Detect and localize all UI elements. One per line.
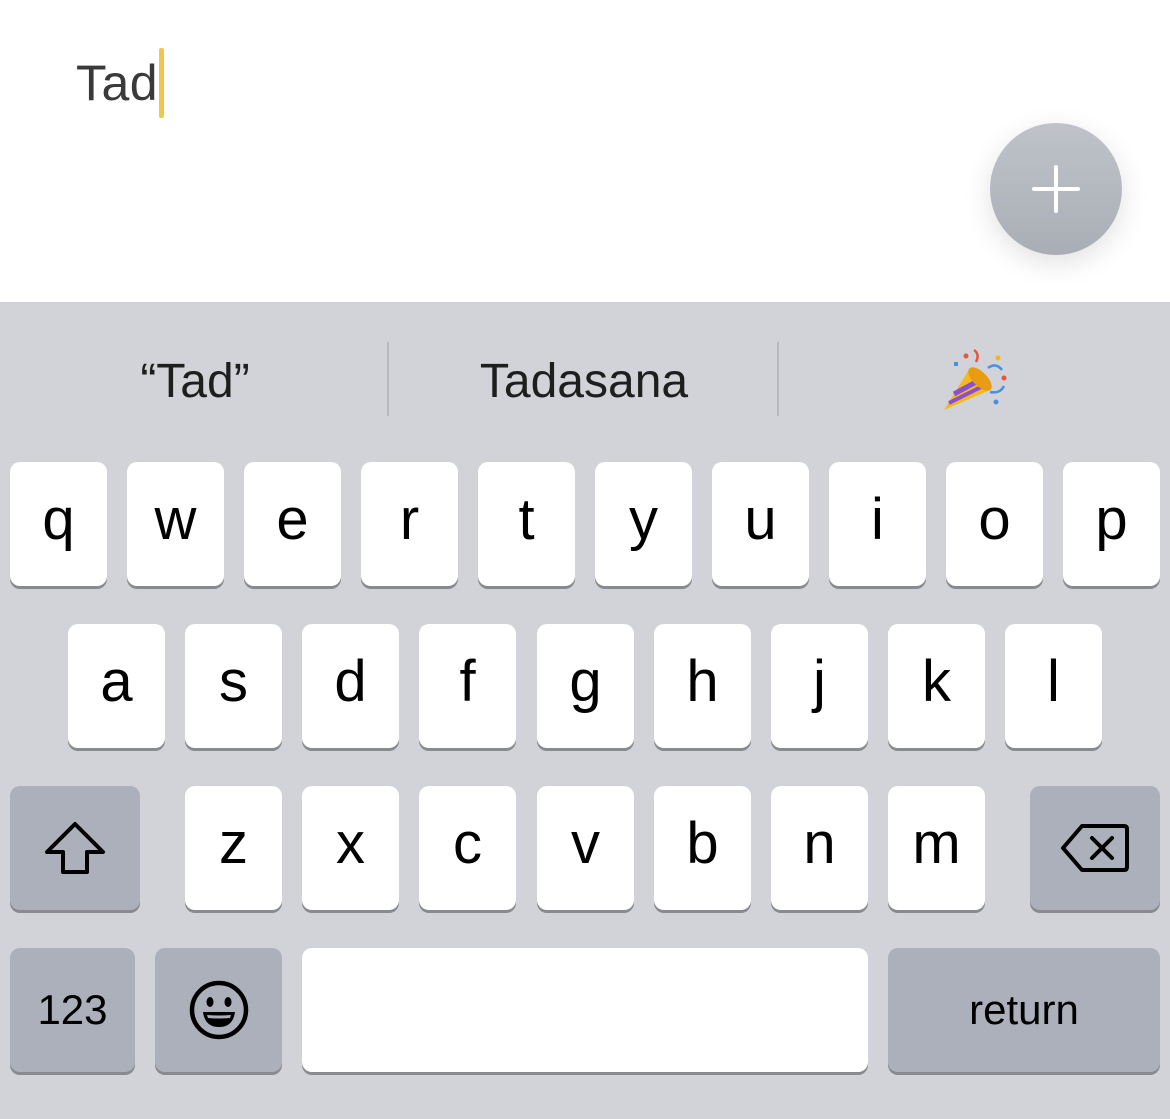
key-n[interactable]: n [771, 786, 868, 910]
key-b[interactable]: b [654, 786, 751, 910]
key-j[interactable]: j [771, 624, 868, 748]
key-x[interactable]: x [302, 786, 399, 910]
key-d[interactable]: d [302, 624, 399, 748]
add-button[interactable] [990, 123, 1122, 255]
return-key[interactable]: return [888, 948, 1160, 1072]
key-a[interactable]: a [68, 624, 165, 748]
suggestion-literal[interactable]: “Tad” [0, 338, 390, 424]
key-q[interactable]: q [10, 462, 107, 586]
key-e[interactable]: e [244, 462, 341, 586]
keyboard: “Tad” Tadasana q w e r t y u i o p a s d… [0, 302, 1170, 1119]
key-p[interactable]: p [1063, 462, 1160, 586]
key-k[interactable]: k [888, 624, 985, 748]
backspace-icon [1061, 824, 1129, 872]
key-u[interactable]: u [712, 462, 809, 586]
suggestion-divider [387, 342, 389, 416]
emoji-key[interactable] [155, 948, 282, 1072]
suggestion-divider [777, 342, 779, 416]
key-l[interactable]: l [1005, 624, 1102, 748]
key-i[interactable]: i [829, 462, 926, 586]
text-caret [159, 48, 165, 118]
key-v[interactable]: v [537, 786, 634, 910]
key-t[interactable]: t [478, 462, 575, 586]
party-popper-icon [944, 348, 1007, 410]
key-h[interactable]: h [654, 624, 751, 748]
key-z[interactable]: z [185, 786, 282, 910]
suggestion-emoji[interactable] [780, 338, 1170, 424]
key-c[interactable]: c [419, 786, 516, 910]
text-input[interactable]: Tad [76, 48, 165, 118]
text-input-value: Tad [76, 55, 159, 111]
key-w[interactable]: w [127, 462, 224, 586]
shift-icon [45, 822, 105, 874]
numbers-key[interactable]: 123 [10, 948, 135, 1072]
key-y[interactable]: y [595, 462, 692, 586]
key-s[interactable]: s [185, 624, 282, 748]
backspace-key[interactable] [1030, 786, 1160, 910]
shift-key[interactable] [10, 786, 140, 910]
suggestion-word[interactable]: Tadasana [390, 338, 778, 424]
key-o[interactable]: o [946, 462, 1043, 586]
key-r[interactable]: r [361, 462, 458, 586]
key-m[interactable]: m [888, 786, 985, 910]
key-f[interactable]: f [419, 624, 516, 748]
space-key[interactable] [302, 948, 868, 1072]
plus-icon [1032, 165, 1080, 213]
emoji-icon [189, 980, 248, 1040]
key-g[interactable]: g [537, 624, 634, 748]
note-editor: Tad [0, 0, 1170, 302]
